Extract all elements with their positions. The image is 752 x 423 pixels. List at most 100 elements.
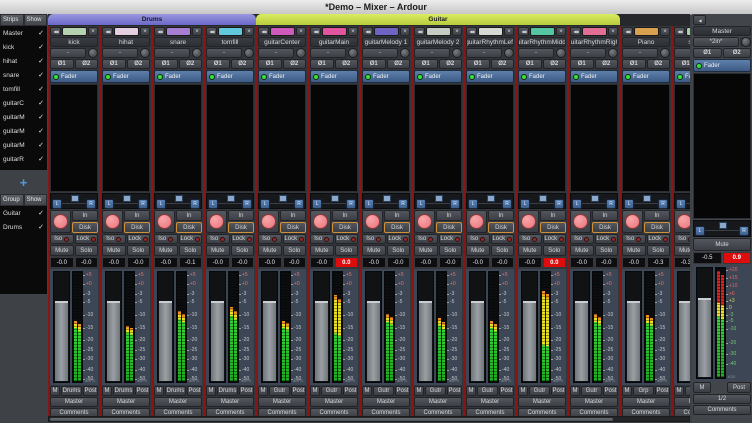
strip-name-button[interactable]: kick — [50, 37, 98, 47]
show-checkbox[interactable]: ✓ — [38, 99, 44, 107]
solo-lock-button[interactable]: Lock — [335, 234, 359, 244]
pan-right-button[interactable]: R — [138, 199, 148, 209]
comments-button[interactable]: Comments — [518, 408, 566, 416]
output-button[interactable]: Master — [674, 397, 690, 407]
fader-processor-entry[interactable]: Fader — [102, 70, 150, 83]
solo-lock-button[interactable]: Lock — [231, 234, 255, 244]
strip-name-button[interactable]: strings — [674, 37, 690, 47]
record-arm-button[interactable] — [414, 210, 435, 233]
pan-left-button[interactable]: L — [624, 199, 634, 209]
strip-close-button[interactable]: × — [192, 27, 202, 36]
gain-fader[interactable] — [53, 271, 70, 383]
mute-button[interactable]: Mute — [622, 245, 646, 256]
group-button[interactable]: Gutr — [529, 386, 550, 396]
solo-button[interactable]: Solo — [75, 245, 99, 256]
strip-name-button[interactable]: hihat — [102, 37, 150, 47]
strip-name-button[interactable]: snare — [154, 37, 202, 47]
panner[interactable]: L R — [466, 193, 514, 209]
strip-scroll-button[interactable]: ◀◀ — [154, 27, 165, 36]
phase-invert-1-button[interactable]: Ø1 — [362, 59, 386, 69]
processor-led[interactable] — [625, 74, 631, 80]
strip-name-button[interactable]: guitarCenter — [258, 37, 306, 47]
trim-knob[interactable] — [87, 48, 98, 58]
processor-led[interactable] — [521, 74, 527, 80]
pan-handle[interactable] — [331, 195, 339, 202]
record-arm-button[interactable] — [466, 210, 487, 233]
solo-lock-button[interactable]: Lock — [179, 234, 203, 244]
pan-right-button[interactable]: R — [739, 226, 749, 236]
show-checkbox[interactable]: ✓ — [38, 71, 44, 79]
processor-led[interactable] — [696, 63, 702, 69]
monitor-input-button[interactable]: In — [332, 210, 358, 221]
group-button[interactable]: Grp — [633, 386, 654, 396]
pan-right-button[interactable]: R — [450, 199, 460, 209]
monitor-input-button[interactable]: In — [644, 210, 670, 221]
strip-scroll-button[interactable]: ◀◀ — [466, 27, 477, 36]
output-button[interactable]: Master — [622, 397, 670, 407]
pan-left-button[interactable]: L — [260, 199, 270, 209]
monitor-input-button[interactable]: In — [592, 210, 618, 221]
panner[interactable]: L R — [518, 193, 566, 209]
monitor-disk-button[interactable]: Disk — [488, 222, 514, 233]
meter-point-button[interactable]: Post — [603, 386, 618, 396]
record-arm-button[interactable] — [154, 210, 175, 233]
record-arm-button[interactable] — [258, 210, 279, 233]
master-phase-invert-2-button[interactable]: Ø2 — [723, 48, 752, 58]
panner[interactable]: L R — [310, 193, 358, 209]
comments-button[interactable]: Comments — [362, 408, 410, 416]
output-button[interactable]: Master — [518, 397, 566, 407]
processor-box[interactable] — [310, 84, 358, 192]
processor-led[interactable] — [417, 74, 423, 80]
strip-color-bar[interactable] — [686, 27, 690, 36]
phase-invert-2-button[interactable]: Ø2 — [335, 59, 359, 69]
trim-knob[interactable] — [451, 48, 462, 58]
panner[interactable]: L R — [570, 193, 618, 209]
comments-button[interactable]: Comments — [206, 408, 254, 416]
monitor-input-button[interactable]: In — [72, 210, 98, 221]
master-processor-box[interactable] — [693, 73, 751, 219]
solo-button[interactable]: Solo — [439, 245, 463, 256]
output-button[interactable]: Master — [310, 397, 358, 407]
sidebar-strip-row[interactable]: hihat✓ — [0, 54, 47, 68]
fader-processor-entry[interactable]: Fader — [154, 70, 202, 83]
metering-button[interactable]: M — [154, 386, 164, 396]
gain-display[interactable]: -0.0 — [622, 257, 646, 268]
solo-isolate-button[interactable]: Iso — [414, 234, 438, 244]
comments-button[interactable]: Comments — [622, 408, 670, 416]
strip-color-bar[interactable] — [270, 27, 295, 36]
gain-fader[interactable] — [105, 271, 122, 383]
strip-color-bar[interactable] — [530, 27, 555, 36]
pan-right-button[interactable]: R — [554, 199, 564, 209]
pan-left-button[interactable]: L — [468, 199, 478, 209]
phase-invert-2-button[interactable]: Ø2 — [283, 59, 307, 69]
record-arm-button[interactable] — [50, 210, 71, 233]
processor-led[interactable] — [157, 74, 163, 80]
gain-display[interactable]: -0.0 — [414, 257, 438, 268]
group-tab-drums[interactable]: Drums — [48, 14, 256, 25]
show-checkbox[interactable]: ✓ — [38, 85, 44, 93]
show-checkbox[interactable]: ✓ — [38, 29, 44, 37]
pan-left-button[interactable]: L — [312, 199, 322, 209]
trim-knob[interactable] — [555, 48, 566, 58]
pan-left-button[interactable]: L — [104, 199, 114, 209]
master-panner[interactable]: L R — [693, 220, 751, 237]
pan-left-button[interactable]: L — [52, 199, 62, 209]
phase-invert-2-button[interactable]: Ø2 — [75, 59, 99, 69]
pan-handle[interactable] — [719, 222, 727, 229]
strip-input-button[interactable]: - — [362, 48, 398, 58]
meter-point-button[interactable]: Post — [83, 386, 98, 396]
record-arm-button[interactable] — [206, 210, 227, 233]
group-button[interactable]: Gutr — [581, 386, 602, 396]
sidebar-strip-row[interactable]: kick✓ — [0, 40, 47, 54]
solo-lock-button[interactable]: Lock — [283, 234, 307, 244]
phase-invert-1-button[interactable]: Ø1 — [466, 59, 490, 69]
solo-isolate-button[interactable]: Iso — [310, 234, 334, 244]
output-button[interactable]: Master — [258, 397, 306, 407]
phase-invert-2-button[interactable]: Ø2 — [491, 59, 515, 69]
strip-input-button[interactable]: - — [570, 48, 606, 58]
master-scroll-button[interactable]: ◀ — [693, 15, 706, 25]
meter-point-button[interactable]: Post — [239, 386, 254, 396]
record-arm-button[interactable] — [674, 210, 690, 233]
strip-scroll-button[interactable]: ◀◀ — [102, 27, 113, 36]
processor-box[interactable] — [258, 84, 306, 192]
